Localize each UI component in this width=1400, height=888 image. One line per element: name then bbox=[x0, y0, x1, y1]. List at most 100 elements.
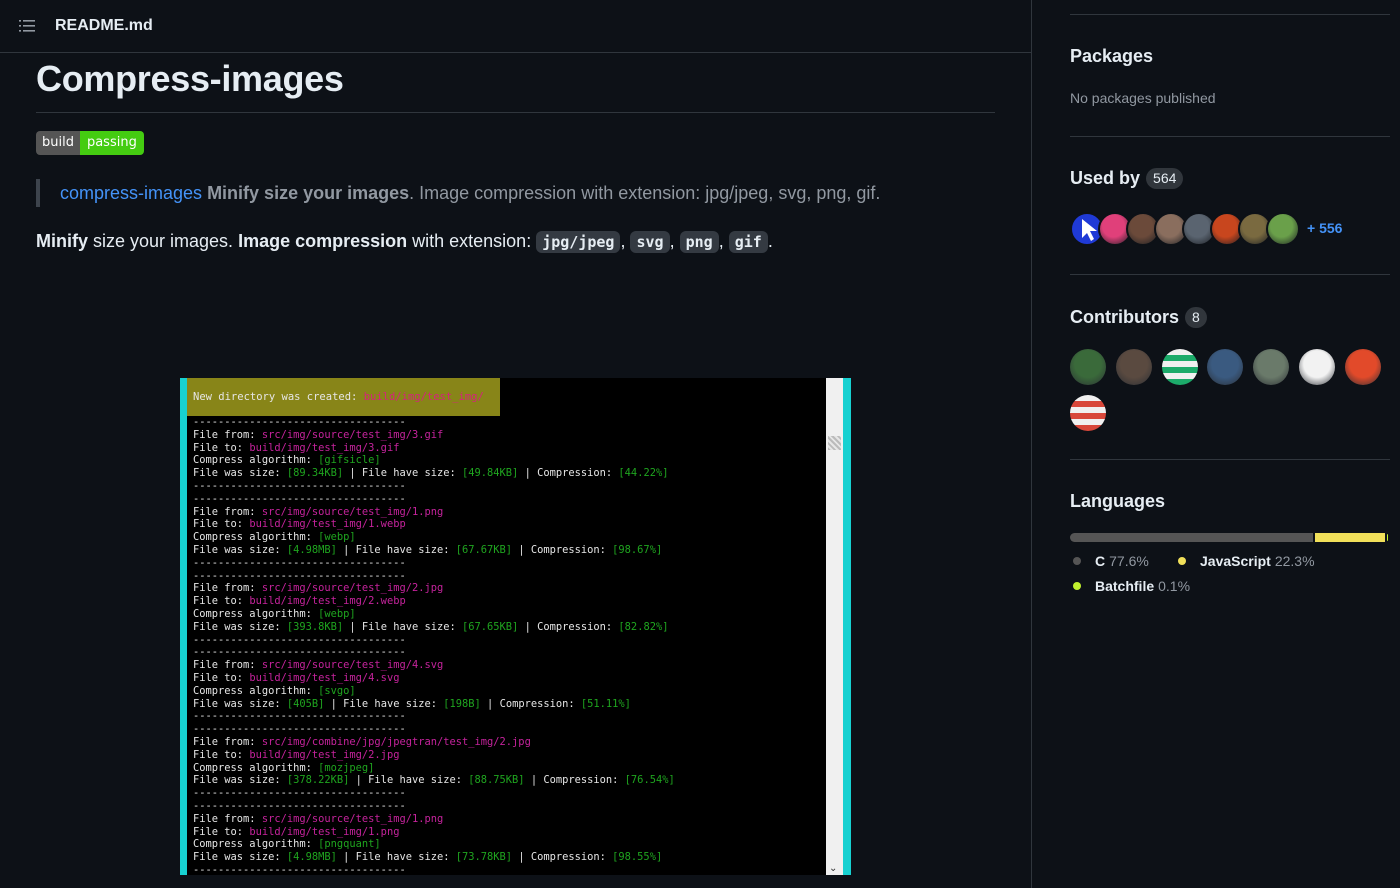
sidebar-divider bbox=[1070, 274, 1390, 275]
list-icon[interactable] bbox=[19, 19, 35, 33]
title-divider bbox=[36, 112, 995, 113]
terminal-line: ---------------------------------- bbox=[193, 557, 823, 570]
label-have-size: | File have size: bbox=[336, 851, 456, 864]
quote-text: . Image compression with extension: jpg/… bbox=[409, 183, 881, 203]
contributor-avatar[interactable] bbox=[1344, 349, 1381, 385]
used-by-more-link[interactable]: + 556 bbox=[1307, 220, 1342, 236]
compression-value: [82.82%] bbox=[618, 620, 669, 633]
language-dot-icon bbox=[1073, 557, 1081, 565]
label-from: File from: bbox=[193, 428, 262, 441]
terminal-line: File to: build/img/test_img/2.jpg bbox=[193, 749, 823, 762]
contributor-avatar[interactable] bbox=[1070, 395, 1106, 431]
language-item[interactable]: C 77.6% bbox=[1073, 553, 1149, 569]
have-size-value: [67.67KB] bbox=[455, 543, 513, 556]
contributor-avatar[interactable] bbox=[1070, 349, 1106, 385]
have-size-value: [198B] bbox=[443, 697, 481, 710]
separator-line: ---------------------------------- bbox=[193, 863, 406, 875]
contributors-label[interactable]: Contributors bbox=[1070, 307, 1179, 328]
file-from-path: src/img/combine/jpg/jpegtran/test_img/2.… bbox=[261, 735, 531, 748]
contributor-avatar[interactable] bbox=[1207, 349, 1244, 385]
terminal-line: File to: build/img/test_img/4.svg bbox=[193, 672, 823, 685]
label-algorithm: Compress algorithm: bbox=[193, 531, 319, 544]
was-size-value: [378.22KB] bbox=[286, 774, 350, 787]
separator-line: ---------------------------------- bbox=[193, 710, 406, 723]
terminal-line: File to: build/img/test_img/3.gif bbox=[193, 442, 823, 455]
terminal-scrollbar[interactable]: ⌄ bbox=[826, 378, 843, 875]
label-from: File from: bbox=[193, 735, 262, 748]
file-to-path: build/img/test_img/4.svg bbox=[249, 671, 400, 684]
used-by-avatars[interactable] bbox=[1070, 212, 1300, 246]
compression-value: [51.11%] bbox=[580, 697, 631, 710]
language-dot-icon bbox=[1073, 582, 1081, 590]
terminal-line: File was size: [89.34KB] | File have siz… bbox=[193, 467, 823, 480]
languages-heading: Languages bbox=[1070, 491, 1166, 511]
used-by-count: 564 bbox=[1146, 168, 1184, 189]
file-from-path: src/img/source/test_img/1.png bbox=[261, 505, 444, 518]
language-item[interactable]: JavaScript 22.3% bbox=[1178, 553, 1315, 569]
packages-heading[interactable]: Packages bbox=[1070, 46, 1153, 67]
contributor-avatar[interactable] bbox=[1161, 349, 1198, 385]
used-by-label[interactable]: Used by bbox=[1070, 168, 1140, 189]
banner-text: New directory was created: bbox=[193, 391, 364, 403]
scroll-down-icon[interactable]: ⌄ bbox=[829, 863, 837, 874]
user-avatar[interactable] bbox=[1266, 212, 1300, 246]
file-from-path: src/img/source/test_img/4.svg bbox=[261, 659, 444, 672]
algorithm-value: [svgo] bbox=[318, 684, 356, 697]
code-svg: svg bbox=[630, 231, 670, 253]
badge-label: build bbox=[36, 131, 80, 155]
label-algorithm: Compress algorithm: bbox=[193, 454, 319, 467]
label-algorithm: Compress algorithm: bbox=[193, 684, 319, 697]
label-have-size: | File have size: bbox=[349, 774, 469, 787]
packages-empty-text: No packages published bbox=[1070, 90, 1216, 106]
contributors-heading[interactable]: Contributors 8 bbox=[1070, 307, 1207, 328]
compression-value: [44.22%] bbox=[618, 467, 669, 480]
was-size-value: [4.98MB] bbox=[286, 543, 337, 556]
label-from: File from: bbox=[193, 812, 262, 825]
terminal-line: ---------------------------------- bbox=[193, 800, 823, 813]
terminal-banner: New directory was created: build/img/tes… bbox=[187, 378, 500, 416]
build-badge[interactable]: build passing bbox=[36, 131, 144, 155]
para-period: . bbox=[767, 231, 773, 251]
code-gif: gif bbox=[728, 231, 768, 253]
label-to: File to: bbox=[193, 595, 250, 608]
readme-filename[interactable]: README.md bbox=[55, 17, 153, 35]
readme-panel: README.md Compress-images build passing … bbox=[0, 0, 1032, 888]
label-have-size: | File have size: bbox=[324, 697, 444, 710]
language-bar-segment[interactable] bbox=[1070, 533, 1313, 542]
have-size-value: [73.78KB] bbox=[455, 851, 513, 864]
have-size-value: [67.65KB] bbox=[462, 620, 519, 633]
terminal-line: File from: src/img/source/test_img/2.jpg bbox=[193, 582, 823, 595]
scrollbar-thumb[interactable] bbox=[828, 436, 841, 450]
separator-line: ---------------------------------- bbox=[193, 492, 406, 505]
have-size-value: [88.75KB] bbox=[468, 774, 525, 787]
contributor-avatar[interactable] bbox=[1115, 349, 1152, 385]
contributors-count: 8 bbox=[1184, 307, 1207, 328]
terminal-line: ---------------------------------- bbox=[193, 480, 823, 493]
separator-line: ---------------------------------- bbox=[193, 556, 406, 569]
label-compression: | Compression: bbox=[524, 774, 625, 787]
language-item[interactable]: Batchfile 0.1% bbox=[1073, 578, 1190, 594]
contributor-avatar[interactable] bbox=[1299, 349, 1335, 385]
was-size-value: [89.34KB] bbox=[286, 467, 344, 480]
algorithm-value: [pngquant] bbox=[318, 838, 381, 851]
language-bar-segment[interactable] bbox=[1314, 533, 1385, 542]
blockquote: compress-images Minify size your images.… bbox=[36, 179, 880, 207]
label-from: File from: bbox=[193, 505, 262, 518]
contributor-avatar[interactable] bbox=[1253, 349, 1290, 385]
terminal-line: File to: build/img/test_img/2.webp bbox=[193, 595, 823, 608]
separator-line: ---------------------------------- bbox=[193, 787, 406, 800]
terminal-line: ---------------------------------- bbox=[193, 646, 823, 659]
compress-images-link[interactable]: compress-images bbox=[60, 183, 202, 203]
badge-status: passing bbox=[79, 131, 144, 155]
language-dot-icon bbox=[1178, 557, 1186, 565]
algorithm-value: [webp] bbox=[318, 531, 356, 544]
terminal-line: File was size: [4.98MB] | File have size… bbox=[193, 851, 823, 864]
para-bold-1: Minify bbox=[36, 231, 88, 251]
language-percent: 0.1% bbox=[1158, 578, 1191, 594]
terminal-line: Compress algorithm: [webp] bbox=[193, 531, 823, 544]
file-to-path: build/img/test_img/3.gif bbox=[249, 441, 400, 454]
terminal-line: Compress algorithm: [gifsicle] bbox=[193, 454, 823, 467]
separator-line: ---------------------------------- bbox=[193, 479, 406, 492]
used-by-heading[interactable]: Used by 564 bbox=[1070, 168, 1184, 189]
code-jpg: jpg/jpeg bbox=[536, 231, 621, 253]
